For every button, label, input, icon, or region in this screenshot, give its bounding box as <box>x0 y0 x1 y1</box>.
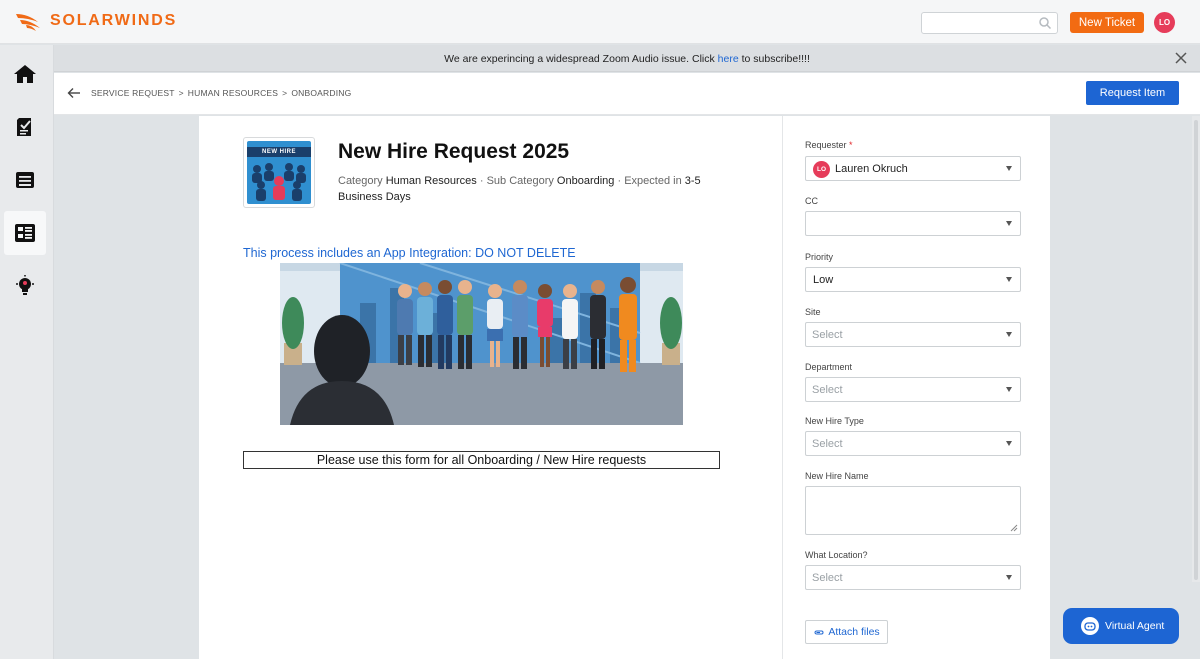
sidebar-item-home[interactable] <box>4 52 46 96</box>
breadcrumb-human-resources[interactable]: HUMAN RESOURCES <box>188 88 278 98</box>
priority-label: Priority <box>805 252 834 262</box>
sidebar-item-inbox[interactable] <box>4 158 46 202</box>
announcement-banner: We are experincing a widespread Zoom Aud… <box>54 45 1200 72</box>
user-avatar[interactable]: LO <box>1154 12 1175 33</box>
lightbulb-icon <box>16 275 34 295</box>
sidebar-item-tickets[interactable] <box>4 105 46 149</box>
sidebar-item-service-catalog[interactable] <box>4 211 46 255</box>
new-hire-type-label: New Hire Type <box>805 416 864 426</box>
chat-bot-icon <box>1081 617 1099 635</box>
banner-message: We are experincing a widespread Zoom Aud… <box>444 53 810 65</box>
back-arrow-icon[interactable] <box>67 87 81 99</box>
item-thumbnail: NEW HIRE <box>243 137 315 208</box>
subcategory-value: Onboarding <box>556 175 615 187</box>
chevron-down-icon <box>1006 277 1012 282</box>
chevron-down-icon <box>1006 387 1012 392</box>
close-icon[interactable] <box>1174 51 1188 65</box>
item-title: New Hire Request 2025 <box>338 140 570 163</box>
catalog-item-panel: NEW HIRE New Hire Request 2025 Category … <box>199 116 1050 659</box>
new-hire-name-label: New Hire Name <box>805 471 869 481</box>
breadcrumb-separator: > <box>282 88 288 98</box>
paperclip-icon <box>814 630 824 635</box>
virtual-agent-button[interactable]: Virtual Agent <box>1063 608 1179 644</box>
attach-files-button[interactable]: Attach files <box>805 620 888 644</box>
new-hire-team-illustration <box>280 263 683 425</box>
resize-handle-icon[interactable] <box>1010 524 1018 532</box>
breadcrumb-onboarding[interactable]: ONBOARDING <box>291 88 351 98</box>
chevron-down-icon <box>1006 166 1012 171</box>
location-select[interactable]: Select <box>805 565 1021 590</box>
subscribe-link[interactable]: here <box>718 53 739 65</box>
requester-select[interactable]: LO Lauren Okruch <box>805 156 1021 181</box>
site-label: Site <box>805 307 821 317</box>
solarwinds-logo[interactable]: SOLARWINDS <box>14 10 177 32</box>
department-select[interactable]: Select <box>805 377 1021 402</box>
cc-label: CC <box>805 196 818 206</box>
top-header: SOLARWINDS New Ticket LO <box>0 0 1200 44</box>
new-ticket-button[interactable]: New Ticket <box>1070 12 1144 33</box>
search-input[interactable] <box>921 12 1058 34</box>
site-placeholder: Select <box>812 329 843 341</box>
brand-name: SOLARWINDS <box>50 12 178 29</box>
integration-note: This process includes an App Integration… <box>243 246 576 260</box>
breadcrumb-service-request[interactable]: SERVICE REQUEST <box>91 88 175 98</box>
form-instructions: Please use this form for all Onboarding … <box>243 451 720 469</box>
breadcrumb-bar: SERVICE REQUEST > HUMAN RESOURCES > ONBO… <box>54 73 1200 115</box>
new-hire-type-select[interactable]: Select <box>805 431 1021 456</box>
flame-logo-icon <box>16 14 40 31</box>
sidebar <box>0 45 54 659</box>
requester-label: Requester * <box>805 140 853 150</box>
breadcrumb-separator: > <box>178 88 184 98</box>
home-icon <box>14 65 36 83</box>
breadcrumb: SERVICE REQUEST > HUMAN RESOURCES > ONBO… <box>91 88 351 98</box>
category-value: Human Resources <box>385 175 477 187</box>
location-placeholder: Select <box>812 572 843 584</box>
tickets-icon <box>17 118 31 136</box>
scrollbar-thumb[interactable] <box>1194 120 1198 580</box>
priority-value: Low <box>813 274 834 286</box>
new-hire-type-placeholder: Select <box>812 438 843 450</box>
department-label: Department <box>805 362 853 372</box>
request-item-button[interactable]: Request Item <box>1086 81 1179 105</box>
sidebar-item-ideas[interactable] <box>4 264 46 308</box>
new-hire-name-textarea[interactable] <box>805 486 1021 535</box>
requester-value: Lauren Okruch <box>835 163 908 175</box>
inbox-icon <box>16 172 34 188</box>
requester-avatar: LO <box>813 161 830 178</box>
panel-divider <box>782 116 783 659</box>
priority-select[interactable]: Low <box>805 267 1021 292</box>
chevron-down-icon <box>1006 575 1012 580</box>
cc-select[interactable] <box>805 211 1021 236</box>
site-select[interactable]: Select <box>805 322 1021 347</box>
people-group-icon <box>252 163 306 201</box>
chevron-down-icon <box>1006 332 1012 337</box>
search-icon[interactable] <box>1038 16 1052 30</box>
chevron-down-icon <box>1006 441 1012 446</box>
item-meta: Category Human Resources · Sub Category … <box>338 175 701 203</box>
department-placeholder: Select <box>812 384 843 396</box>
location-label: What Location? <box>805 550 868 560</box>
service-catalog-icon <box>15 224 35 242</box>
thumbnail-label: NEW HIRE <box>247 147 311 157</box>
chevron-down-icon <box>1006 221 1012 226</box>
